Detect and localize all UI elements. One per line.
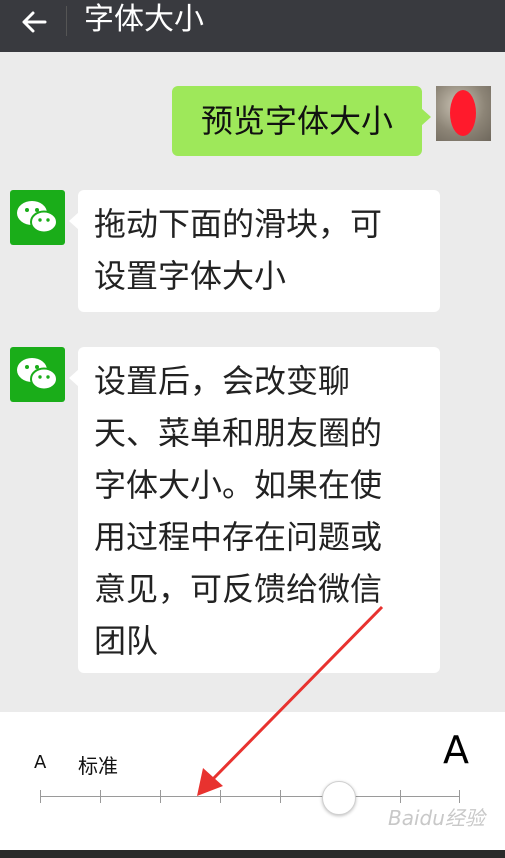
large-font-label: A [443,728,469,772]
message-line: 设置后，会改变聊 [94,362,351,400]
slider-tick[interactable] [280,790,281,803]
message-line: 字体大小。如果在使 [94,466,383,504]
wechat-avatar[interactable] [10,190,65,245]
arrow-left-icon [22,11,47,33]
message-line: 意见，可反馈给微信 [94,570,383,608]
wechat-avatar[interactable] [10,347,65,402]
message-line: 设置字体大小 [94,257,287,295]
page-title: 字体大小 [84,2,204,37]
wechat-logo-icon [17,201,58,234]
small-font-label: A [34,752,47,773]
watermark: Baidu经验 [388,806,485,830]
slider-tick[interactable] [40,790,41,803]
top-bar: 字体大小 [0,0,505,52]
message-line: 拖动下面的滑块，可 [94,205,383,243]
slider-knob[interactable] [322,781,356,815]
user-preview-bubble: 预览字体大小 [172,86,431,156]
slider-track[interactable] [40,796,460,797]
slider-tick[interactable] [100,790,101,803]
slider-tick[interactable] [220,790,221,803]
standard-label: 标准 [78,754,118,778]
slider-tick[interactable] [160,790,161,803]
wechat-logo-icon [17,358,58,391]
bot-message-1: 拖动下面的滑块，可 设置字体大小 [69,190,440,312]
message-line: 用过程中存在问题或 [94,518,383,556]
bot-message-2: 设置后，会改变聊 天、菜单和朋友圈的 字体大小。如果在使 用过程中存在问题或 意… [69,347,440,673]
bottom-edge [0,850,505,858]
message-line: 团队 [94,622,159,660]
message-line: 天、菜单和朋友圈的 [94,414,383,452]
user-avatar[interactable] [436,86,491,141]
redaction-mark [450,90,476,136]
header-divider [66,6,67,36]
back-button[interactable] [16,4,52,40]
font-size-panel: A 标准 A Baidu经验 [0,712,505,858]
